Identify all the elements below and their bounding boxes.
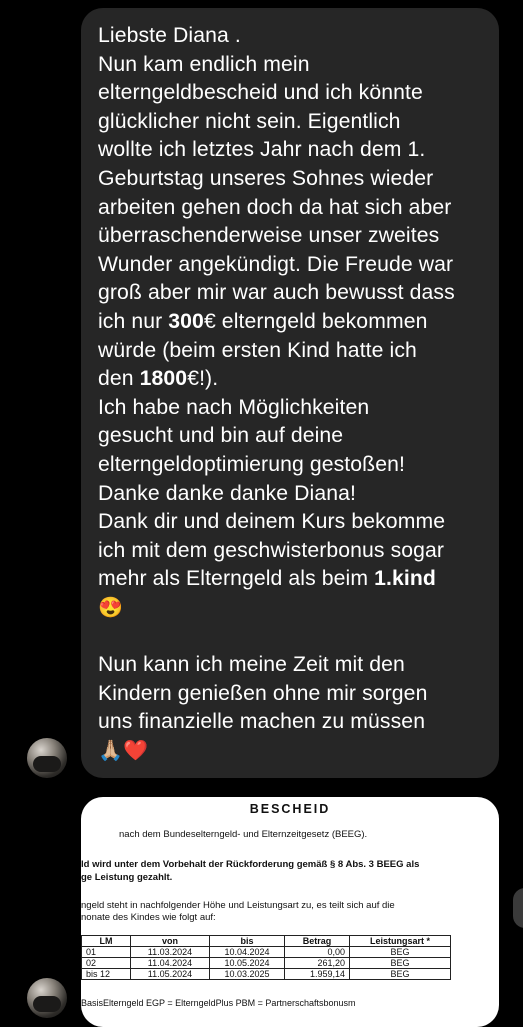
message-line: Liebste Diana .	[98, 24, 241, 47]
message-line: ich nur 300€ elterngeld bekommen	[98, 309, 428, 333]
table-cell: BEG	[349, 946, 451, 958]
table-row: bis 12 11.05.2024 10.03.2025 1.959,14 BEG	[81, 968, 451, 980]
table-cell: bis 12	[81, 968, 131, 980]
table-cell: 1.959,14	[284, 968, 350, 980]
table-cell: 10.04.2024	[209, 946, 285, 958]
message-line: Ich habe nach Möglichkeiten	[98, 395, 370, 419]
message-bubble[interactable]: Liebste Diana . Nun kam endlich mein elter…	[81, 8, 499, 778]
message-line: elterngeldoptimierung gestoßen!	[98, 452, 405, 476]
table-cell: 0,00	[284, 946, 350, 958]
message-line: arbeiten gehen doch da hat sich aber	[98, 195, 452, 219]
message-line: mehr als Elterngeld als beim 1.kind	[98, 567, 436, 591]
document-bold-line-1: ld wird unter dem Vorbehalt der Rückford…	[81, 859, 420, 870]
document-title: BESCHEID	[249, 802, 331, 816]
table-cell: 11.03.2024	[130, 946, 210, 958]
document-text-line-1: ngeld steht in nachfolgender Höhe und Le…	[81, 900, 395, 911]
document-subtitle: nach dem Bundeselterngeld- und Elternzei…	[119, 829, 368, 840]
message-line: Nun kann ich meine Zeit mit den	[98, 653, 405, 677]
table-header: bis	[209, 935, 285, 947]
message-line: Nun kam endlich mein	[98, 52, 310, 76]
table-header: LM	[81, 935, 131, 947]
message-line: elterngeldbescheid und ich könnte	[98, 81, 423, 105]
message-line: den 1800€!).	[98, 367, 219, 391]
heart-emoji: ❤️	[123, 739, 149, 762]
sender-avatar[interactable]	[27, 738, 67, 778]
message-text: Liebste Diana . Nun kam endlich mein elter…	[98, 22, 483, 765]
table-header: Betrag	[284, 935, 350, 947]
attached-document-image[interactable]: BESCHEID nach dem Bundeselterngeld- und …	[81, 797, 499, 1027]
table-cell: BEG	[349, 957, 451, 969]
message-line: 😍	[98, 594, 483, 623]
message-line: Dank dir und deinem Kurs bekomme	[98, 510, 446, 534]
message-line: Kindern genießen ohne mir sorgen	[98, 681, 428, 705]
table-cell: 11.04.2024	[130, 957, 210, 969]
table-row: 01 11.03.2024 10.04.2024 0,00 BEG	[81, 946, 451, 958]
message-line: ich mit dem geschwisterbonus sogar	[98, 538, 445, 562]
message-line: Geburtstag unseres Sohnes wieder	[98, 166, 434, 190]
document-footer: BasisElterngeld EGP = ElterngeldPlus PBM…	[81, 998, 356, 1008]
heart-eyes-emoji: 😍	[98, 596, 124, 619]
message-line: uns finanzielle machen zu müssen	[98, 710, 426, 734]
message-line: Danke danke danke Diana!	[98, 481, 357, 505]
message-line: gesucht und bin auf deine	[98, 424, 344, 448]
message-line: überraschenderweise unser zweites	[98, 224, 440, 248]
table-cell: 10.03.2025	[209, 968, 285, 980]
table-cell: 261,20	[284, 957, 350, 969]
table-cell: 10.05.2024	[209, 957, 285, 969]
table-header: Leistungsart *	[349, 935, 451, 947]
message-line: 🙏🏼❤️	[98, 737, 483, 766]
table-cell: 01	[81, 946, 131, 958]
payment-table: LM von bis Betrag Leistungsart * 01 11.03.202…	[81, 935, 451, 980]
praying-hands-emoji: 🙏🏼	[98, 739, 124, 762]
edge-scroll-button[interactable]	[513, 888, 523, 928]
table-header: von	[130, 935, 210, 947]
message-line: würde (beim ersten Kind hatte ich	[98, 338, 417, 362]
message-line	[98, 622, 483, 651]
table-row: 02 11.04.2024 10.05.2024 261,20 BEG	[81, 957, 451, 969]
message-line: glücklicher nicht sein. Eigentlich	[98, 109, 401, 133]
table-cell: 02	[81, 957, 131, 969]
document-text-line-2: nonate des Kindes wie folgt auf:	[81, 912, 216, 923]
message-line: groß aber mir war auch bewusst dass	[98, 281, 455, 305]
message-line: wollte ich letztes Jahr nach dem 1.	[98, 138, 426, 162]
table-cell: 11.05.2024	[130, 968, 210, 980]
message-line: Wunder angekündigt. Die Freude war	[98, 252, 454, 276]
document-bold-line-2: ge Leistung gezahlt.	[81, 872, 173, 883]
sender-avatar-2[interactable]	[27, 978, 67, 1018]
table-cell: BEG	[349, 968, 451, 980]
